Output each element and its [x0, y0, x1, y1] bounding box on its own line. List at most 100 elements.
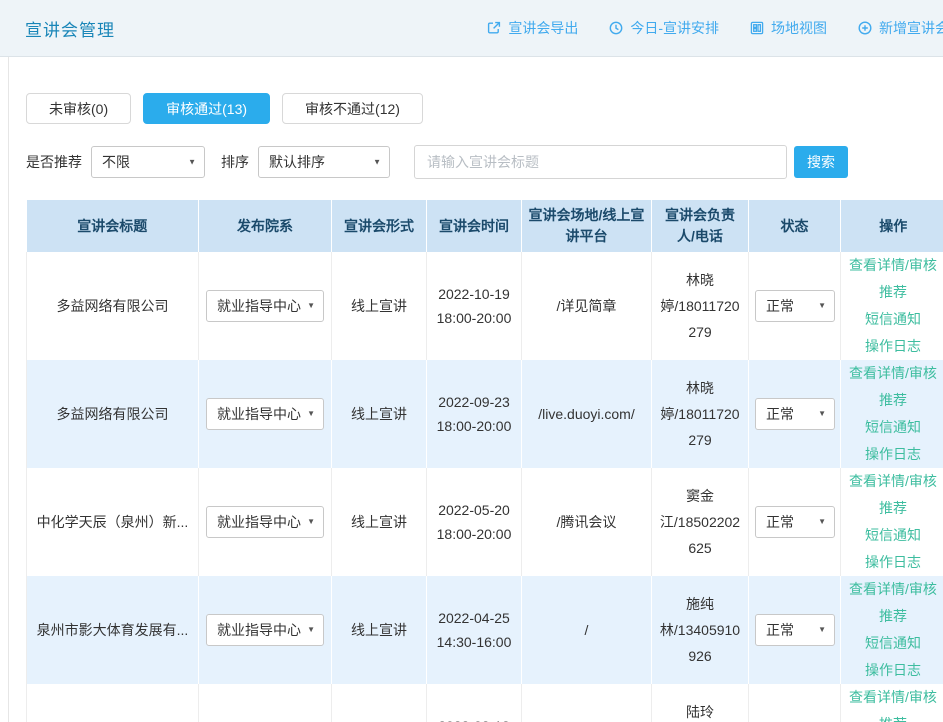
status-select-value: 正常 [766, 618, 794, 642]
sort-filter-label: 排序 [221, 152, 249, 172]
sms-notify-link[interactable]: 短信通知 [847, 630, 939, 657]
contact-name-phone: 施纯林/13405910926 [660, 596, 740, 664]
status-select[interactable]: 正常▼ [755, 614, 835, 646]
status-cell: 正常▼ [749, 468, 841, 576]
chevron-down-icon: ▼ [818, 510, 826, 534]
venue-view-link[interactable]: 场地视图 [749, 18, 827, 38]
plus-circle-icon [857, 20, 873, 36]
table-row: 泉州市影大体育发展有...就业指导中心▼线上宣讲2022-04-2514:30-… [27, 576, 943, 684]
contact-cell: 林晓婷/18011720279 [652, 360, 749, 468]
col-header-venue: 宣讲会场地/线上宣讲平台 [522, 200, 652, 252]
talk-form: 线上宣讲 [351, 298, 407, 314]
talk-form-cell: 线上宣讲 [332, 252, 427, 360]
layout-icon [749, 20, 765, 36]
talk-date: 2022-09-23 [433, 390, 515, 414]
talk-form-cell: 线上宣讲 [332, 684, 427, 722]
operation-log-link[interactable]: 操作日志 [847, 657, 939, 684]
talk-time-range: 14:30-16:00 [433, 630, 515, 654]
contact-name-phone: 陆玲霞/15160338590 [660, 704, 740, 722]
view-detail-audit-link[interactable]: 查看详情/审核 [847, 252, 939, 279]
college-select[interactable]: 就业指导中心▼ [206, 614, 324, 646]
venue: /腾讯会议 [557, 514, 617, 530]
col-header-ops: 操作 [841, 200, 943, 252]
search-input[interactable] [414, 145, 787, 179]
talk-title: 中化学天辰（泉州）新... [37, 514, 189, 530]
recommend-select[interactable]: 不限 ▼ [91, 146, 205, 178]
contact-cell: 窦金江/18502202625 [652, 468, 749, 576]
college-cell: 就业指导中心▼ [199, 576, 332, 684]
export-talks-link[interactable]: 宣讲会导出 [486, 18, 578, 38]
status-select-value: 正常 [766, 402, 794, 426]
filter-bar: 是否推荐 不限 ▼ 排序 默认排序 ▼ 搜索 [26, 145, 943, 179]
operation-log-link[interactable]: 操作日志 [847, 333, 939, 360]
table-row: 泉州科发卫浴有限公司就业指导中心▼线上宣讲2022-02-1815:00-16:… [27, 684, 943, 722]
view-detail-audit-link[interactable]: 查看详情/审核 [847, 468, 939, 495]
chevron-down-icon: ▼ [818, 402, 826, 426]
view-detail-audit-link[interactable]: 查看详情/审核 [847, 576, 939, 603]
view-detail-audit-link[interactable]: 查看详情/审核 [847, 360, 939, 387]
tab-unreviewed[interactable]: 未审核(0) [26, 93, 131, 124]
chevron-down-icon: ▼ [307, 402, 315, 426]
college-cell: 就业指导中心▼ [199, 468, 332, 576]
chevron-down-icon: ▼ [307, 294, 315, 318]
sort-select[interactable]: 默认排序 ▼ [258, 146, 390, 178]
status-cell: 正常▼ [749, 684, 841, 722]
college-select[interactable]: 就业指导中心▼ [206, 506, 324, 538]
col-header-title: 宣讲会标题 [27, 200, 199, 252]
talk-form-cell: 线上宣讲 [332, 468, 427, 576]
college-select[interactable]: 就业指导中心▼ [206, 290, 324, 322]
contact-cell: 陆玲霞/15160338590 [652, 684, 749, 722]
today-schedule-link[interactable]: 今日-宣讲安排 [608, 18, 719, 38]
search-button[interactable]: 搜索 [794, 146, 848, 178]
talk-date: 2022-02-18 [433, 714, 515, 722]
college-select-value: 就业指导中心 [217, 402, 301, 426]
recommend-link[interactable]: 推荐 [847, 279, 939, 306]
contact-cell: 施纯林/13405910926 [652, 576, 749, 684]
operation-log-link[interactable]: 操作日志 [847, 441, 939, 468]
operation-log-link[interactable]: 操作日志 [847, 549, 939, 576]
talk-time-range: 18:00-20:00 [433, 522, 515, 546]
talk-title-cell: 泉州科发卫浴有限公司 [27, 684, 199, 722]
venue-cell: /详见简章 [522, 252, 652, 360]
add-talk-label: 新增宣讲会 [879, 18, 943, 38]
chevron-down-icon: ▼ [188, 158, 196, 167]
venue: / [585, 622, 589, 638]
add-talk-link[interactable]: 新增宣讲会 [857, 18, 943, 38]
college-select[interactable]: 就业指导中心▼ [206, 398, 324, 430]
export-talks-label: 宣讲会导出 [508, 18, 578, 38]
college-cell: 就业指导中心▼ [199, 360, 332, 468]
status-select[interactable]: 正常▼ [755, 290, 835, 322]
venue-view-label: 场地视图 [771, 18, 827, 38]
export-icon [486, 20, 502, 36]
recommend-link[interactable]: 推荐 [847, 495, 939, 522]
recommend-link[interactable]: 推荐 [847, 711, 939, 722]
tab-approved[interactable]: 审核通过(13) [143, 93, 270, 124]
status-tabs: 未审核(0) 审核通过(13) 审核不通过(12) [26, 93, 943, 124]
table-body: 多益网络有限公司就业指导中心▼线上宣讲2022-10-1918:00-20:00… [27, 252, 943, 722]
topbar-actions: 宣讲会导出 今日-宣讲安排 场地视图 [486, 0, 943, 56]
talk-time-cell: 2022-05-2018:00-20:00 [427, 468, 522, 576]
venue-cell: / [522, 684, 652, 722]
sms-notify-link[interactable]: 短信通知 [847, 414, 939, 441]
contact-name-phone: 窦金江/18502202625 [660, 488, 740, 556]
recommend-link[interactable]: 推荐 [847, 603, 939, 630]
clock-icon [608, 20, 624, 36]
talk-title-cell: 多益网络有限公司 [27, 360, 199, 468]
status-select[interactable]: 正常 ▼ [755, 398, 835, 430]
col-header-form: 宣讲会形式 [332, 200, 427, 252]
col-header-status: 状态 [749, 200, 841, 252]
recommend-link[interactable]: 推荐 [847, 387, 939, 414]
talk-date: 2022-04-25 [433, 606, 515, 630]
col-header-college: 发布院系 [199, 200, 332, 252]
status-select[interactable]: 正常▼ [755, 506, 835, 538]
table-row: 多益网络有限公司就业指导中心▼线上宣讲2022-10-1918:00-20:00… [27, 252, 943, 360]
talk-title-cell: 多益网络有限公司 [27, 252, 199, 360]
talk-form: 线上宣讲 [351, 514, 407, 530]
status-select-value: 正常 [766, 294, 794, 318]
tab-rejected[interactable]: 审核不通过(12) [282, 93, 423, 124]
sms-notify-link[interactable]: 短信通知 [847, 522, 939, 549]
college-select-value: 就业指导中心 [217, 510, 301, 534]
view-detail-audit-link[interactable]: 查看详情/审核 [847, 684, 939, 711]
talk-time-cell: 2022-09-2318:00-20:00 [427, 360, 522, 468]
sms-notify-link[interactable]: 短信通知 [847, 306, 939, 333]
